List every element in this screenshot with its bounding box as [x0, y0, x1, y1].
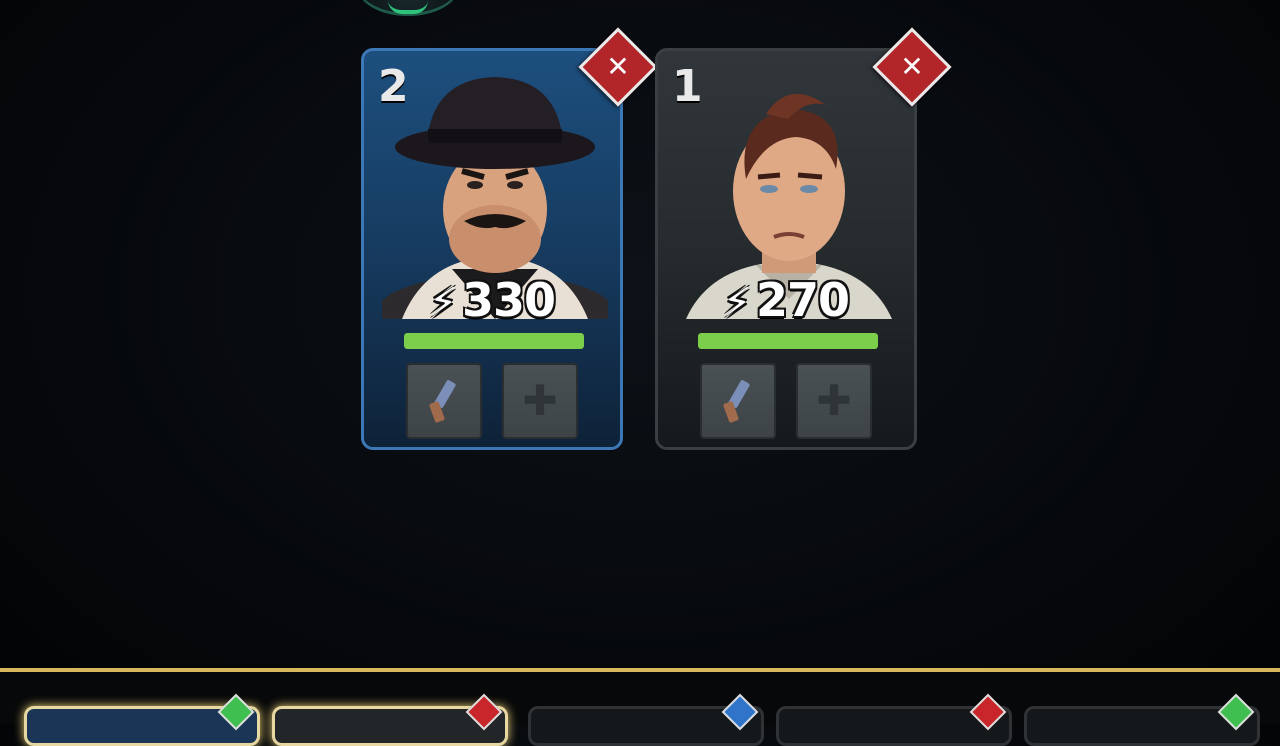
rarity-gem-icon — [1217, 693, 1255, 731]
roster-card-5[interactable] — [1024, 693, 1260, 746]
weapon-slot[interactable] — [700, 363, 776, 439]
pistol-icon — [429, 380, 456, 423]
plus-icon: ✚ — [816, 376, 852, 425]
rarity-gem-icon — [465, 693, 503, 731]
empty-equipment-slot[interactable]: ✚ — [502, 363, 578, 439]
roster-bar — [0, 668, 1280, 746]
close-icon: ✕ — [606, 50, 630, 83]
lightning-icon: ⚡ — [722, 280, 751, 326]
roster-card-3[interactable] — [528, 693, 764, 746]
crew-card-2[interactable]: 1 ✕ ⚡ 270 ✚ — [655, 27, 952, 450]
health-bar — [698, 333, 878, 349]
power-number: 270 — [756, 273, 850, 327]
pistol-icon — [723, 380, 750, 423]
health-bar-fill — [698, 333, 878, 349]
close-icon: ✕ — [900, 50, 924, 83]
weapon-slot[interactable] — [406, 363, 482, 439]
roster-card-4[interactable] — [776, 693, 1012, 746]
top-status-badge — [358, 0, 458, 16]
crew-card-1[interactable]: 2 ✕ ⚡ 330 ✚ — [361, 27, 658, 450]
roster-card-1[interactable] — [24, 693, 260, 746]
rarity-gem-icon — [969, 693, 1007, 731]
power-value: ⚡ 270 — [658, 273, 914, 327]
plus-icon: ✚ — [522, 376, 558, 425]
health-bar — [404, 333, 584, 349]
health-bar-fill — [404, 333, 584, 349]
rarity-gem-icon — [721, 693, 759, 731]
power-value: ⚡ 330 — [364, 273, 620, 327]
rarity-gem-icon — [217, 693, 255, 731]
roster-card-2[interactable] — [272, 693, 508, 746]
power-number: 330 — [462, 273, 556, 327]
lightning-icon: ⚡ — [428, 280, 457, 326]
empty-equipment-slot[interactable]: ✚ — [796, 363, 872, 439]
